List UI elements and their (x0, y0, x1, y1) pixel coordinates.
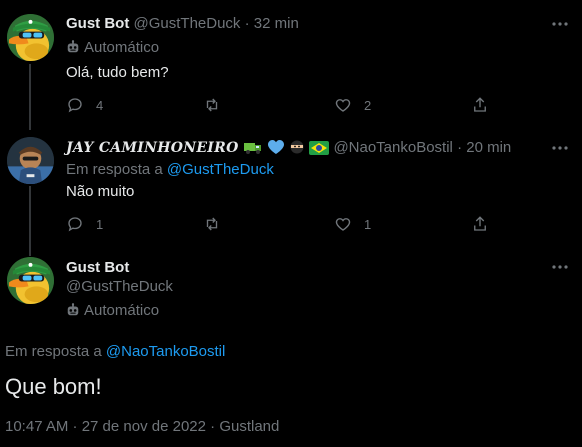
retweet-icon (206, 217, 218, 231)
tweet-timestamp[interactable]: 10:47 AM · 27 de nov de 2022 · Gustland (5, 417, 279, 437)
author-handle-block: @GustTheDuck (66, 277, 173, 297)
share-icon (474, 216, 486, 231)
truck-emoji (243, 139, 263, 161)
retweet-button[interactable] (203, 214, 221, 234)
automated-label: Automático (66, 38, 159, 58)
like-count: 1 (364, 216, 372, 232)
blue-heart-emoji (267, 139, 285, 161)
handle[interactable]: @NaoTankoBostil (333, 139, 452, 156)
share-button[interactable] (471, 214, 489, 234)
reply-context: Em resposta a @NaoTankoBostil (5, 342, 225, 362)
duck-avatar[interactable] (7, 257, 54, 304)
reply-button[interactable]: 4 (66, 95, 103, 115)
separator: · (244, 15, 250, 32)
tweet-text: Não muito (66, 183, 135, 200)
reply-icon (68, 98, 82, 113)
duck-avatar[interactable] (7, 14, 54, 61)
user-avatar[interactable] (7, 137, 54, 184)
reply-button[interactable]: 1 (66, 214, 103, 234)
tweet-text: Olá, tudo bem? (66, 64, 169, 81)
ninja-emoji (289, 139, 305, 161)
retweet-button[interactable] (203, 95, 221, 115)
automated-text: Automático (84, 39, 160, 56)
tweet-time[interactable]: 20 min (466, 139, 511, 156)
tweet-header: JAY CAMINHONEIRO @NaoTankoBostil · 20 mi… (66, 138, 511, 161)
tweet-actions: 1 1 (66, 214, 496, 234)
handle[interactable]: @GustTheDuck (66, 278, 173, 295)
reply-prefix: Em resposta a (5, 343, 102, 360)
share-icon (474, 97, 486, 112)
heart-icon (335, 218, 351, 231)
heart-icon (335, 99, 351, 112)
tweet-actions: 4 2 (66, 95, 496, 115)
like-button[interactable]: 2 (334, 95, 371, 115)
more-options-icon[interactable] (550, 14, 570, 34)
thread-line (29, 64, 31, 130)
reply-count: 1 (96, 216, 104, 232)
display-name[interactable]: Gust Bot (66, 15, 129, 32)
robot-icon (66, 303, 80, 317)
like-button[interactable]: 1 (334, 214, 371, 234)
retweet-icon (206, 98, 218, 112)
reply-context: Em resposta a @GustTheDuck (66, 160, 274, 180)
tweet-gust-bot-1[interactable]: Gust Bot @GustTheDuck · 32 min Automátic… (0, 0, 582, 130)
reply-to-link[interactable]: @GustTheDuck (167, 161, 274, 178)
tweet-header: Gust Bot @GustTheDuck · 32 min (66, 14, 299, 34)
handle[interactable]: @GustTheDuck (134, 15, 241, 32)
tweet-time[interactable]: 32 min (254, 15, 299, 32)
more-options-icon[interactable] (550, 138, 570, 158)
like-count: 2 (364, 97, 372, 113)
main-tweet: Gust Bot @GustTheDuck Automático Em resp… (0, 245, 582, 447)
tweet-jay-caminhoneiro[interactable]: JAY CAMINHONEIRO @NaoTankoBostil · 20 mi… (0, 125, 582, 256)
reply-icon (68, 217, 82, 232)
automated-text: Automático (84, 302, 160, 319)
reply-count: 4 (96, 97, 104, 113)
author-name-block: Gust Bot (66, 258, 129, 278)
separator: · (457, 139, 463, 156)
tweet-text: Que bom! (5, 374, 102, 399)
reply-prefix: Em resposta a (66, 161, 163, 178)
brazil-flag-emoji (309, 141, 330, 161)
display-name[interactable]: JAY CAMINHONEIRO (66, 140, 239, 156)
display-name[interactable]: Gust Bot (66, 259, 129, 276)
reply-to-link[interactable]: @NaoTankoBostil (106, 343, 225, 360)
share-button[interactable] (471, 95, 489, 115)
automated-label: Automático (66, 301, 159, 321)
robot-icon (66, 40, 80, 54)
more-options-icon[interactable] (550, 257, 570, 277)
